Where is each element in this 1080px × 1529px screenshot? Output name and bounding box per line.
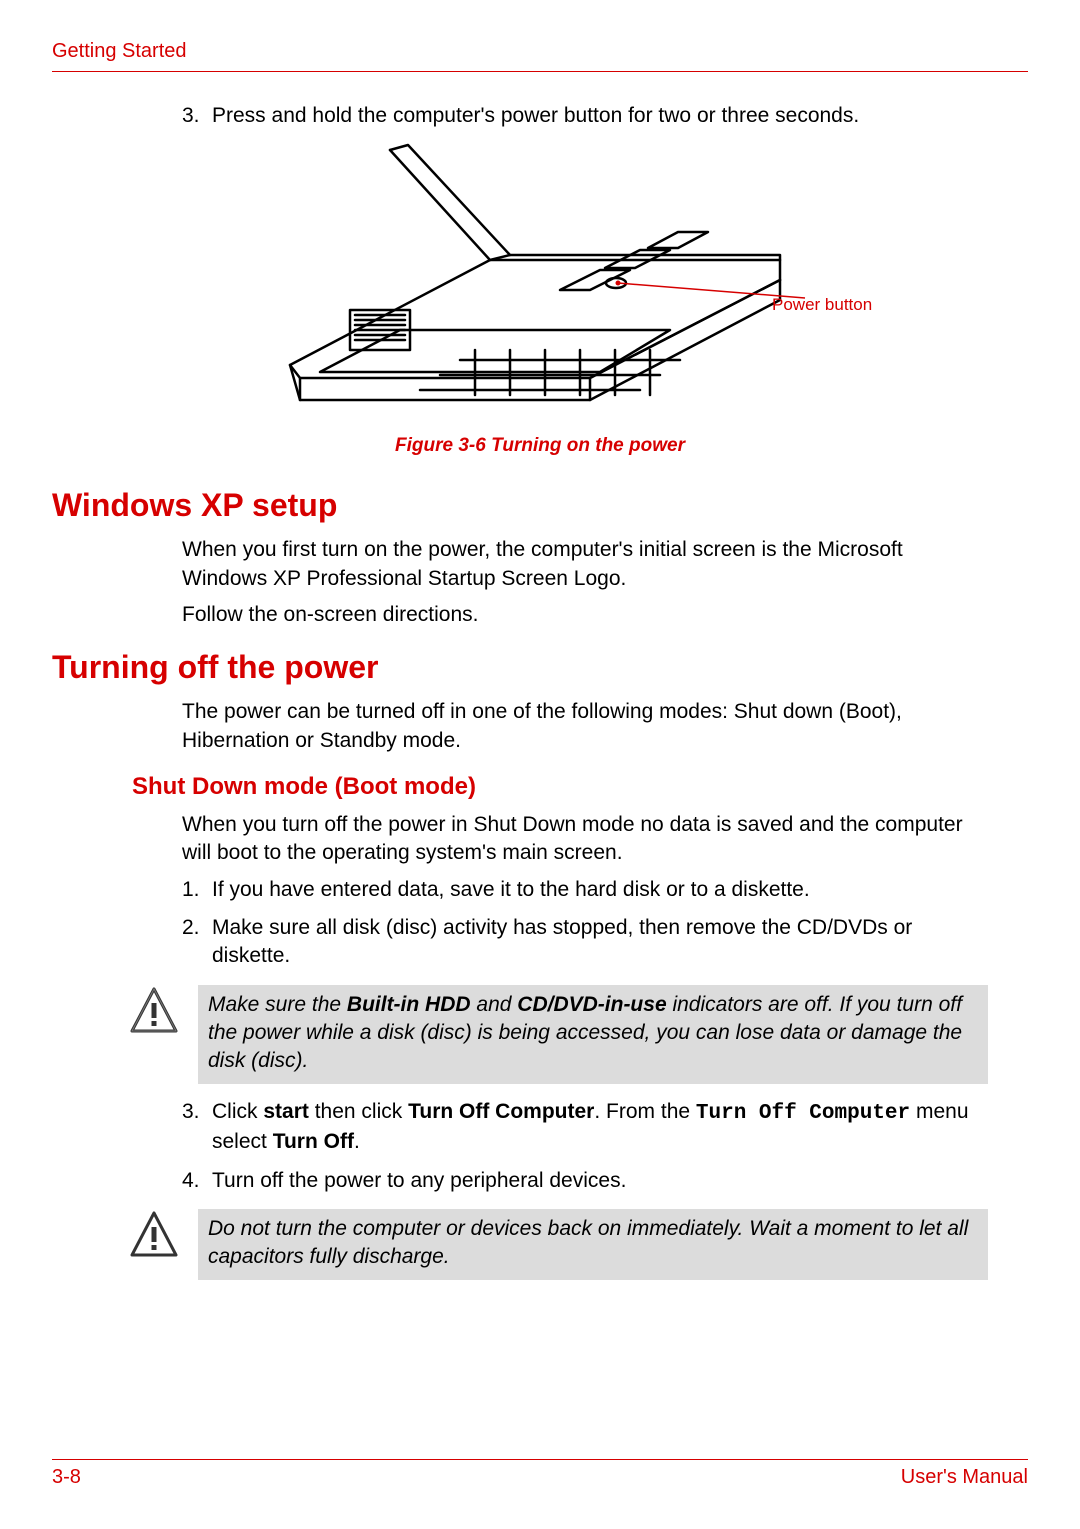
step-2: 2. Make sure all disk (disc) activity ha…: [182, 914, 988, 971]
step-number: 2.: [182, 914, 212, 971]
step-text: If you have entered data, save it to the…: [212, 876, 810, 904]
step-text: Press and hold the computer's power butt…: [212, 102, 859, 130]
step-text: Click start then click Turn Off Computer…: [212, 1098, 988, 1157]
paragraph: When you turn off the power in Shut Down…: [182, 811, 988, 868]
page: Getting Started 3. Press and hold the co…: [0, 0, 1080, 1529]
step-text: Turn off the power to any peripheral dev…: [212, 1167, 626, 1195]
step-number: 3.: [182, 1098, 212, 1157]
step-3: 3. Click start then click Turn Off Compu…: [182, 1098, 988, 1157]
heading-windows-xp-setup: Windows XP setup: [52, 487, 1028, 524]
figure-wrap: Power button: [52, 140, 1028, 425]
heading-turning-off-power: Turning off the power: [52, 649, 1028, 686]
step-3-top: 3. Press and hold the computer's power b…: [182, 102, 988, 130]
heading-shut-down-mode: Shut Down mode (Boot mode): [132, 773, 1028, 801]
caution-callout-1: Make sure the Built-in HDD and CD/DVD-in…: [128, 985, 988, 1084]
step-number: 3.: [182, 102, 212, 130]
step-text: Make sure all disk (disc) activity has s…: [212, 914, 988, 971]
page-number: 3-8: [52, 1466, 81, 1489]
caution-callout-2: Do not turn the computer or devices back…: [128, 1209, 988, 1280]
caution-icon: [128, 985, 180, 1037]
laptop-power-illustration: [260, 140, 820, 420]
step-1: 1. If you have entered data, save it to …: [182, 876, 988, 904]
figure-caption: Figure 3-6 Turning on the power: [52, 435, 1028, 457]
header-rule: [52, 71, 1028, 72]
figure-callout-label: Power button: [772, 295, 872, 315]
caution-icon: [128, 1209, 180, 1261]
page-footer: 3-8 User's Manual: [52, 1451, 1028, 1489]
step-4: 4. Turn off the power to any peripheral …: [182, 1167, 988, 1195]
doc-title: User's Manual: [901, 1466, 1028, 1489]
paragraph: The power can be turned off in one of th…: [182, 698, 988, 755]
footer-rule: [52, 1459, 1028, 1460]
step-number: 4.: [182, 1167, 212, 1195]
caution-text: Do not turn the computer or devices back…: [198, 1209, 988, 1280]
paragraph: When you first turn on the power, the co…: [182, 536, 988, 593]
caution-text: Make sure the Built-in HDD and CD/DVD-in…: [198, 985, 988, 1084]
step-number: 1.: [182, 876, 212, 904]
header-section-label: Getting Started: [52, 40, 1028, 63]
paragraph: Follow the on-screen directions.: [182, 601, 988, 629]
